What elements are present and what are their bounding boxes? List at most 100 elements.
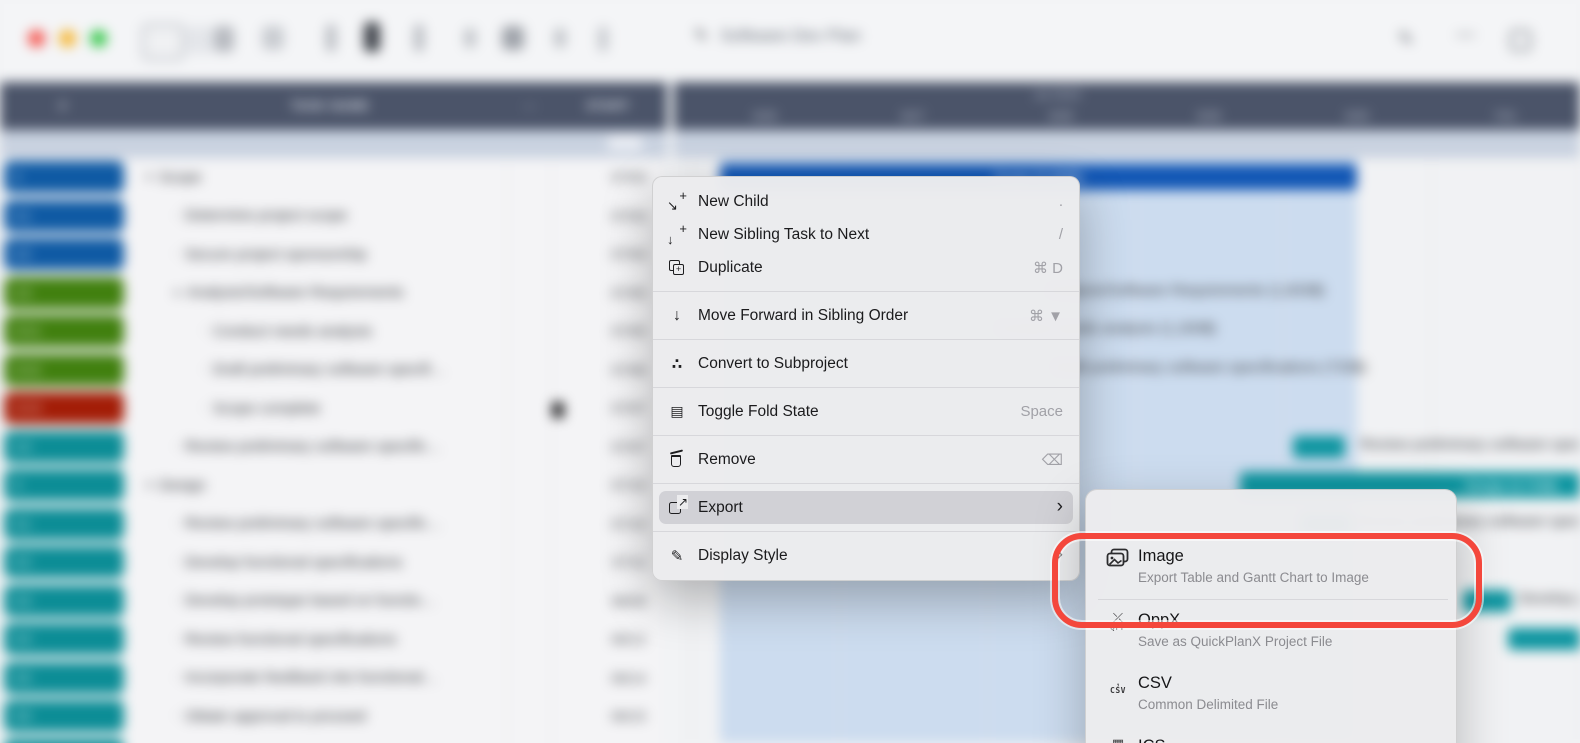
task-name: ◦Incorporate feedback into functional… xyxy=(174,659,438,698)
quick-add-band xyxy=(0,130,1580,159)
gantt-task-bar[interactable] xyxy=(1508,628,1580,650)
task-row[interactable]: 3.5◦Incorporate feedback into functional… xyxy=(0,659,672,699)
gantt-bar-label: Analysis/Software Requirements (1,833$) xyxy=(1048,282,1325,299)
close-button[interactable] xyxy=(28,30,45,47)
task-row[interactable]: 2.3.2◦Draft preliminary software specifi… xyxy=(0,351,672,391)
tool-icon-6[interactable] xyxy=(364,22,380,52)
table-gridline xyxy=(551,158,552,743)
menu-item-label: Duplicate xyxy=(698,259,1033,277)
menu-item-duplicate[interactable]: + Duplicate⌘ D xyxy=(653,251,1079,284)
task-row[interactable]: 3.1◦Review preliminary software specific… xyxy=(0,505,672,545)
tool-icon-1[interactable] xyxy=(142,24,184,60)
submenu-item-ics[interactable]: ▦ICSICS xyxy=(1086,726,1456,743)
task-row[interactable]: 3.7 xyxy=(0,736,672,743)
column-number[interactable]: # xyxy=(40,82,86,130)
column-start[interactable]: START xyxy=(576,82,640,130)
tool-icon-7[interactable] xyxy=(414,24,424,52)
task-bullet: ◦ xyxy=(174,595,178,607)
menu-item-export[interactable]: ↗Export› xyxy=(659,491,1073,524)
gantt-header: Jul 2023 6/266/276/286/296/307/01 xyxy=(672,82,1580,130)
task-row[interactable]: 2.1 ◦Determine project scope 07/03 xyxy=(0,197,672,237)
annotate-icon[interactable]: ✎ xyxy=(1398,28,1414,51)
menu-item-shortcut: . xyxy=(1059,193,1063,210)
task-row[interactable]: 3▾Design07/10 xyxy=(0,466,672,506)
menu-divider xyxy=(653,435,1079,436)
task-row[interactable]: 2.3.3◦Scope complete07/07 xyxy=(0,389,672,429)
edit-title-icon: ✎ xyxy=(694,26,708,46)
task-name: ◦Review preliminary software specific… xyxy=(174,505,442,544)
menu-item-display-style[interactable]: ✎Display Style› xyxy=(653,539,1079,572)
titlebar: ✎ Software Dev Plan ✎ — xyxy=(0,0,1580,82)
task-row[interactable]: 3.4◦Review functional specifications06/1… xyxy=(0,620,672,660)
menu-item-toggle-fold[interactable]: ▤Toggle Fold StateSpace xyxy=(653,395,1079,428)
task-start-date: 06/12 xyxy=(611,620,646,659)
context-menu: ↘+New Child.↓+New Sibling Task to Next/+… xyxy=(652,176,1080,581)
menu-item-label: Export xyxy=(698,499,1057,517)
gantt-bar-label: Review preliminary software specificatio… xyxy=(1360,436,1580,453)
submenu-item-subtitle: Save as QuickPlanX Project File xyxy=(1138,632,1442,651)
tool-icon-4[interactable] xyxy=(262,26,284,50)
zoom-button[interactable] xyxy=(90,30,107,47)
task-row[interactable]: 3.2◦Develop functional specifications07/… xyxy=(0,543,672,583)
task-number-badge: 2.1 xyxy=(4,200,124,232)
gantt-day-label: 6/26 xyxy=(735,109,795,123)
menu-item-move-forward[interactable]: ↓Move Forward in Sibling Order⌘ ▼ xyxy=(653,299,1079,332)
task-number-badge: 2.3.2 xyxy=(4,354,124,386)
menu-item-shortcut: ⌘ D xyxy=(1033,259,1063,277)
task-start-date: 06/14 xyxy=(611,659,646,698)
task-row[interactable]: 2▾Scope07/03 xyxy=(0,158,672,198)
task-start-date: 07/04 xyxy=(611,235,646,274)
menu-item-shortcut: / xyxy=(1059,226,1063,243)
gantt-bar-text: Design (3,733$) xyxy=(1465,472,1558,498)
task-row[interactable]: 3.6◦Obtain approval to proceed06/15 xyxy=(0,697,672,737)
task-bullet: ◦ xyxy=(202,402,206,414)
fullscreen-icon[interactable] xyxy=(1510,30,1531,51)
convert-subproject-icon: ∴ xyxy=(667,354,687,374)
task-row[interactable]: 2.2 ◦Secure project sponsorship 07/04 xyxy=(0,235,672,275)
task-number-badge: 2.2 xyxy=(4,238,124,270)
minimize-button[interactable] xyxy=(59,30,76,47)
menu-item-new-sibling[interactable]: ↓+New Sibling Task to Next/ xyxy=(653,218,1079,251)
duplicate-icon: + xyxy=(667,258,687,278)
export-icon: ↗ xyxy=(667,498,687,518)
task-row[interactable]: 3.3◦Develop prototype based on functio…0… xyxy=(0,582,672,622)
task-name: ◦Secure project sponsorship xyxy=(174,235,367,274)
column-more[interactable]: ⋯ xyxy=(512,82,548,130)
task-start-date: 07/07 xyxy=(611,428,646,467)
tool-icon-10[interactable] xyxy=(554,28,566,48)
menu-item-convert-subproject[interactable]: ∴Convert to Subproject xyxy=(653,347,1079,380)
disclosure-triangle[interactable]: ▾ xyxy=(174,286,180,300)
column-task-name[interactable]: TASK NAME xyxy=(250,82,410,130)
submenu-item-title: ICS xyxy=(1138,736,1442,743)
gantt-task-bar[interactable] xyxy=(1293,436,1345,458)
task-row[interactable]: 2.3.1◦Conduct needs analysis07/05 xyxy=(0,312,672,352)
submenu-item-subtitle: Common Delimited File xyxy=(1138,695,1442,714)
task-start-date: 07/03 xyxy=(611,197,646,236)
submenu-item-csv[interactable]: ,CSVCSVCommon Delimited File xyxy=(1086,663,1456,726)
new-task-pill[interactable] xyxy=(608,136,642,150)
task-bullet: ◦ xyxy=(174,441,178,453)
task-row[interactable]: 2.3▾Analysis/Software Requirements07/05 xyxy=(0,274,672,314)
disclosure-triangle[interactable]: ▾ xyxy=(146,170,152,184)
menu-item-remove[interactable]: Remove⌫ xyxy=(653,443,1079,476)
minimize-panel-icon[interactable]: — xyxy=(1456,24,1475,46)
tool-icon-2[interactable] xyxy=(186,26,214,54)
milestone-marker xyxy=(552,402,564,418)
task-bullet: ◦ xyxy=(174,210,178,222)
task-row[interactable]: 2.4◦Review preliminary software specific… xyxy=(0,428,672,468)
tool-icon-8[interactable] xyxy=(464,28,476,48)
task-name: ◦Determine project scope xyxy=(174,197,347,236)
document-title: ✎ Software Dev Plan xyxy=(694,26,861,46)
menu-item-new-child[interactable]: ↘+New Child. xyxy=(653,185,1079,218)
task-name: ◦Scope complete xyxy=(202,389,320,428)
tool-icon-9[interactable] xyxy=(502,26,524,50)
csv-file-icon: ,CSV xyxy=(1098,675,1138,695)
disclosure-triangle[interactable]: ▾ xyxy=(146,478,152,492)
tool-icon-3[interactable] xyxy=(214,26,234,52)
menu-item-shortcut: Space xyxy=(1020,403,1063,420)
tool-icon-11[interactable] xyxy=(598,26,608,52)
traffic-lights xyxy=(28,30,107,47)
task-number-badge: 2.3 xyxy=(4,277,124,309)
tool-icon-5[interactable] xyxy=(326,24,336,52)
task-bullet: ◦ xyxy=(174,710,178,722)
